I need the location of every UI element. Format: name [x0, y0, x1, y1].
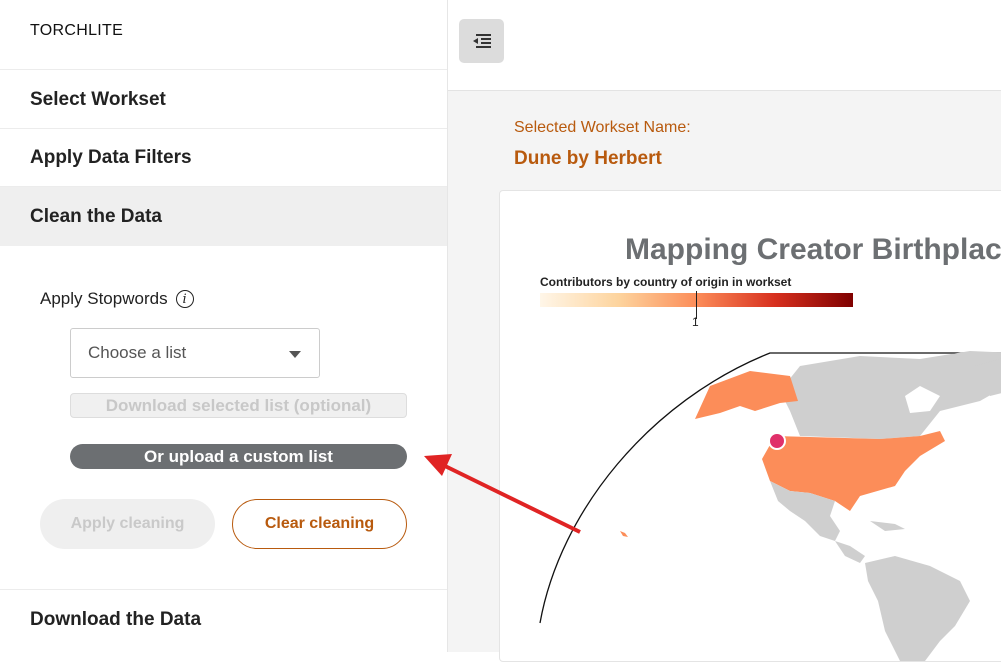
sidebar-toggle-button[interactable]	[459, 19, 504, 63]
country-south-america[interactable]	[865, 556, 970, 661]
sidebar: TORCHLITE Select Workset Apply Data Filt…	[0, 0, 448, 652]
select-value: Choose a list	[88, 343, 187, 362]
country-central-america[interactable]	[835, 541, 865, 563]
workset-name-label: Selected Workset Name:	[514, 119, 691, 136]
section-label: Clean the Data	[30, 205, 162, 227]
section-download-the-data[interactable]: Download the Data	[0, 589, 447, 649]
map-card: Mapping Creator Birthplac Contributors b…	[499, 190, 1001, 662]
brand-logo-text: TORCHLITE	[30, 22, 124, 39]
upload-custom-list-button[interactable]: Or upload a custom list	[70, 444, 407, 469]
section-label: Download the Data	[30, 608, 202, 630]
chevron-down-icon	[289, 351, 301, 358]
legend-tick-label: 1	[692, 315, 699, 329]
country-canada[interactable]	[780, 351, 1001, 439]
section-label: Apply Data Filters	[30, 146, 192, 168]
section-apply-data-filters[interactable]: Apply Data Filters	[0, 128, 447, 186]
info-icon[interactable]: i	[175, 290, 194, 308]
main-content: Selected Workset Name: Dune by Herbert M…	[448, 0, 1001, 662]
caribbean[interactable]	[870, 521, 905, 531]
birthplace-marker[interactable]	[768, 432, 786, 450]
apply-cleaning-button[interactable]: Apply cleaning	[40, 499, 215, 549]
map-title: Mapping Creator Birthplac	[625, 233, 1001, 266]
download-selected-list-button[interactable]: Download selected list (optional)	[70, 393, 407, 418]
legend-title: Contributors by country of origin in wor…	[540, 275, 792, 289]
section-label: Select Workset	[30, 88, 166, 110]
section-clean-the-data[interactable]: Clean the Data	[0, 186, 447, 246]
stopwords-label: Apply Stopwords i	[40, 289, 194, 309]
indent-decrease-icon	[472, 34, 491, 48]
stopwords-label-text: Apply Stopwords	[40, 289, 168, 308]
section-select-workset[interactable]: Select Workset	[0, 69, 447, 129]
clear-cleaning-button[interactable]: Clear cleaning	[232, 499, 407, 549]
workset-name: Dune by Herbert	[514, 148, 662, 169]
country-hawaii[interactable]	[620, 531, 628, 537]
world-map[interactable]	[500, 341, 1001, 661]
stopwords-list-select[interactable]: Choose a list	[70, 328, 320, 378]
country-alaska[interactable]	[695, 371, 798, 419]
top-bar	[448, 0, 1001, 91]
